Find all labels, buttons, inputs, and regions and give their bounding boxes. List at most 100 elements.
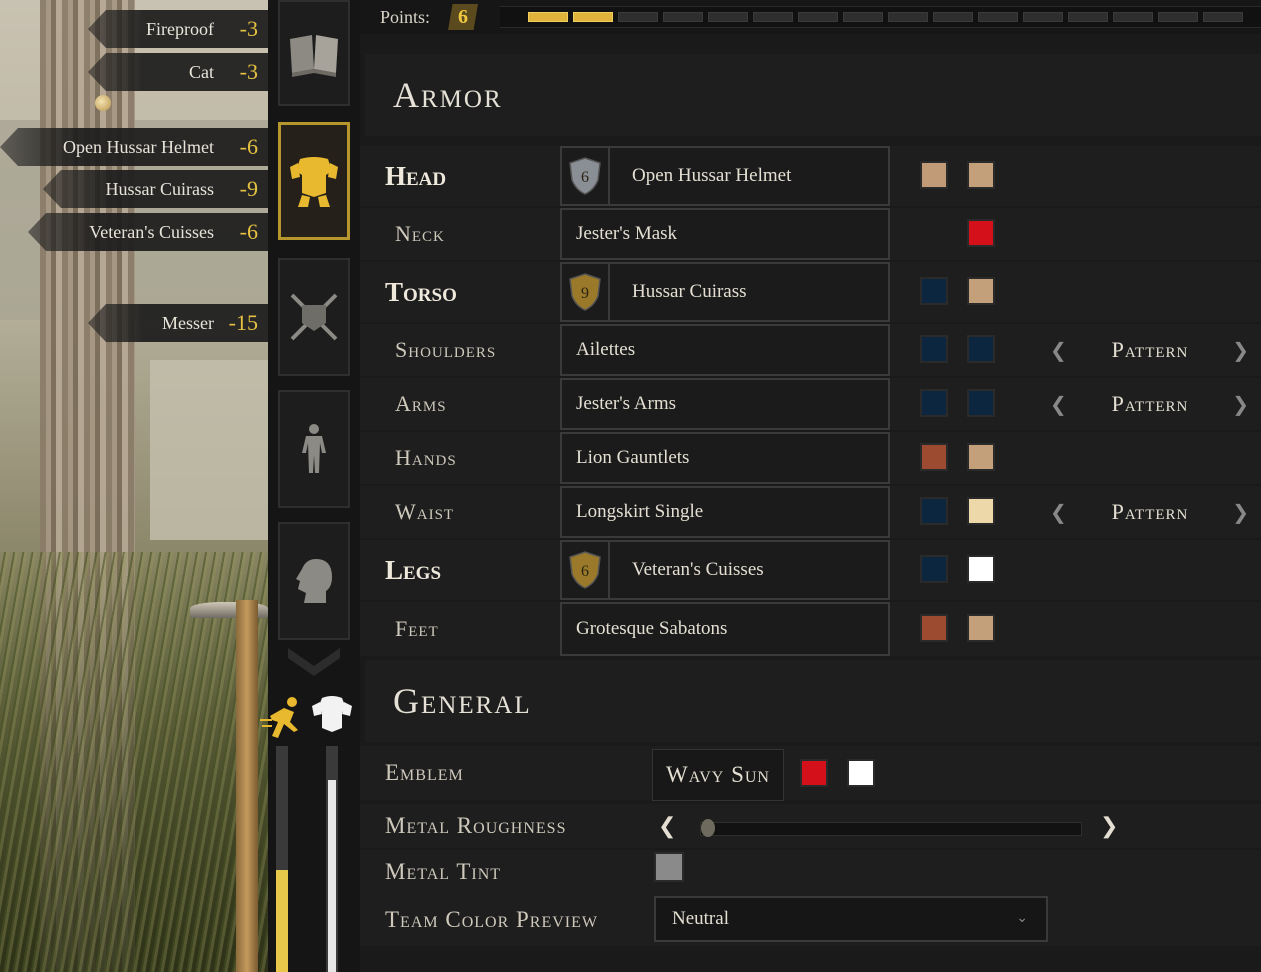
chevron-right-icon[interactable]: ❯: [1232, 338, 1250, 362]
secondary-color-swatch[interactable]: [967, 161, 995, 189]
armor-item-selector[interactable]: Ailettes: [560, 324, 890, 376]
armor-item-name: Jester's Arms: [576, 393, 677, 414]
team-color-preview-row: Team Color Preview Neutral ⌄: [360, 894, 1261, 946]
chevron-right-icon[interactable]: ❯: [1100, 814, 1118, 839]
secondary-color-swatch[interactable]: [967, 219, 995, 247]
chevron-right-icon[interactable]: ❯: [1232, 392, 1250, 416]
tab-head[interactable]: [278, 522, 350, 640]
emblem-color-secondary[interactable]: [847, 759, 875, 787]
primary-color-swatch[interactable]: [920, 614, 948, 642]
armor-item-selector[interactable]: Jester's Arms: [560, 378, 890, 430]
secondary-color-swatch[interactable]: [967, 614, 995, 642]
armor-slot-label: Hands: [395, 445, 457, 470]
chevron-right-icon[interactable]: ❯: [1232, 500, 1250, 524]
perk-cost: -6: [239, 219, 258, 244]
points-segment-bar: [500, 6, 1261, 28]
metal-tint-row: Metal Tint: [360, 850, 1261, 894]
team-color-preview-select[interactable]: Neutral ⌄: [654, 896, 1048, 942]
armor-slot-label: Feet: [395, 616, 439, 641]
tab-weapons[interactable]: [278, 258, 350, 376]
book-icon: [290, 35, 338, 77]
chevron-left-icon[interactable]: ❮: [1050, 500, 1068, 524]
armor-item-name: Hussar Cuirass: [632, 281, 747, 302]
cost-shield: 9: [562, 264, 610, 320]
points-segment: [978, 12, 1018, 22]
armor-slot-label: Legs: [385, 554, 442, 585]
tab-character[interactable]: [278, 390, 350, 508]
primary-color-swatch[interactable]: [920, 335, 948, 363]
perk-tag[interactable]: Cat -3: [88, 53, 268, 91]
pattern-label: Pattern: [1111, 337, 1189, 362]
chevron-down-icon[interactable]: [288, 648, 340, 678]
metal-tint-label: Metal Tint: [385, 859, 502, 884]
armor-item-selector[interactable]: Grotesque Sabatons: [560, 602, 890, 656]
armor-row-feet: Feet Grotesque Sabatons: [360, 602, 1261, 656]
primary-color-swatch[interactable]: [920, 389, 948, 417]
points-segment: [843, 12, 883, 22]
primary-color-swatch[interactable]: [920, 497, 948, 525]
chevron-left-icon[interactable]: ❮: [658, 814, 676, 839]
armor-row-hands: Hands Lion Gauntlets: [360, 432, 1261, 484]
armor-item-selector[interactable]: Jester's Mask: [560, 208, 890, 260]
pattern-selector[interactable]: ❮ Pattern ❯: [1050, 486, 1250, 538]
armor-item-name: Open Hussar Helmet: [632, 165, 792, 186]
pattern-selector[interactable]: ❮ Pattern ❯: [1050, 324, 1250, 376]
chevron-left-icon[interactable]: ❮: [1050, 392, 1068, 416]
perk-cost: -15: [228, 310, 258, 335]
chevron-left-icon[interactable]: ❮: [1050, 338, 1068, 362]
perk-name: Open Hussar Helmet: [63, 136, 214, 157]
tab-book[interactable]: [278, 0, 350, 106]
primary-color-swatch[interactable]: [920, 555, 948, 583]
secondary-color-swatch[interactable]: [967, 277, 995, 305]
armor-row-torso: Torso 9 Hussar Cuirass: [360, 262, 1261, 322]
pattern-label: Pattern: [1111, 499, 1189, 524]
rock-wall: [150, 360, 268, 540]
shield-icon: 9: [569, 273, 601, 311]
head-icon: [296, 559, 332, 603]
armor-item-selector[interactable]: Lion Gauntlets: [560, 432, 890, 484]
armor-slot-label: Neck: [395, 221, 445, 246]
armor-item-name: Veteran's Cuisses: [632, 559, 764, 580]
cost-shield: 6: [562, 542, 610, 598]
secondary-color-swatch[interactable]: [967, 443, 995, 471]
armor-section-title: Armor: [393, 75, 503, 115]
emblem-color-primary[interactable]: [800, 759, 828, 787]
pattern-selector[interactable]: ❮ Pattern ❯: [1050, 378, 1250, 430]
armor-slot-label: Shoulders: [395, 337, 497, 362]
cost-value: 9: [581, 285, 589, 302]
perk-tag[interactable]: Veteran's Cuisses -6: [28, 213, 268, 251]
secondary-color-swatch[interactable]: [967, 335, 995, 363]
secondary-color-swatch[interactable]: [967, 497, 995, 525]
coin: [95, 95, 111, 111]
points-segment: [573, 12, 613, 22]
primary-color-swatch[interactable]: [920, 277, 948, 305]
primary-color-swatch[interactable]: [920, 161, 948, 189]
points-label: Points:: [380, 6, 431, 27]
perk-tag[interactable]: Open Hussar Helmet -6: [0, 128, 268, 166]
chevron-down-icon: ⌄: [1016, 910, 1028, 926]
points-segment: [798, 12, 838, 22]
perk-tag[interactable]: Fireproof -3: [88, 10, 268, 48]
metal-roughness-row: Metal Roughness ❮ ❯: [360, 804, 1261, 848]
metal-tint-swatch[interactable]: [654, 852, 684, 882]
tab-armor[interactable]: [278, 122, 350, 240]
armor-section-header: Armor: [365, 54, 1261, 136]
secondary-color-swatch[interactable]: [967, 389, 995, 417]
category-sidebar: [260, 0, 360, 972]
armor-item-selector[interactable]: 9 Hussar Cuirass: [560, 262, 890, 322]
armor-slot-label: Waist: [395, 499, 455, 524]
armor-item-selector[interactable]: Longskirt Single: [560, 486, 890, 538]
perk-tag[interactable]: Hussar Cuirass -9: [43, 170, 268, 208]
primary-color-swatch[interactable]: [920, 443, 948, 471]
points-segment: [933, 12, 973, 22]
points-segment: [1023, 12, 1063, 22]
perk-tag[interactable]: Messer -15: [88, 304, 268, 342]
armor-item-selector[interactable]: 6 Open Hussar Helmet: [560, 146, 890, 206]
armor-slot-label: Head: [385, 160, 447, 191]
emblem-selector[interactable]: Wavy Sun: [652, 749, 784, 801]
perk-name: Hussar Cuirass: [105, 178, 215, 199]
slider-knob[interactable]: [701, 819, 715, 837]
secondary-color-swatch[interactable]: [967, 555, 995, 583]
metal-roughness-slider[interactable]: [700, 819, 1082, 837]
armor-item-selector[interactable]: 6 Veteran's Cuisses: [560, 540, 890, 600]
